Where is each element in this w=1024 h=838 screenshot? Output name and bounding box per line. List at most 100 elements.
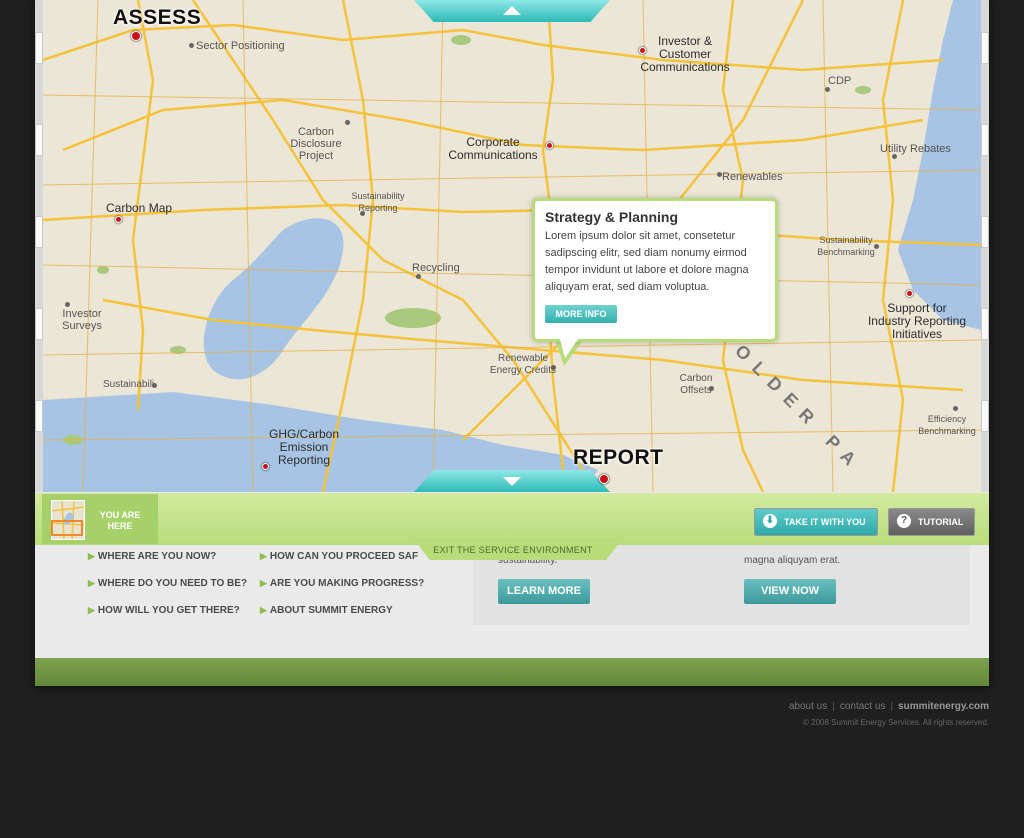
arrow-right-icon: ▶ bbox=[260, 605, 267, 615]
map-label-line: Sustainability bbox=[819, 235, 873, 245]
map-label-line: Communications bbox=[640, 60, 730, 74]
arrow-right-icon: ▶ bbox=[260, 551, 267, 561]
question-link[interactable]: ▶ WHERE ARE YOU NOW? bbox=[88, 551, 216, 562]
learn-more-button[interactable]: LEARN MORE bbox=[498, 579, 590, 604]
take-it-label: TAKE IT WITH YOU bbox=[784, 517, 866, 527]
question-link[interactable]: ▶ WHERE DO YOU NEED TO BE? bbox=[88, 578, 247, 589]
map-label-sustain-bench: Sustainability Benchmarking bbox=[810, 234, 882, 258]
map-label-line: Reporting bbox=[358, 203, 398, 213]
question-label: HOW CAN YOU PROCEED SAF bbox=[269, 551, 419, 562]
map-scroll-tab[interactable] bbox=[981, 308, 989, 340]
question-link[interactable]: ▶ HOW CAN YOU PROCEED SAF bbox=[260, 551, 418, 562]
map-label-sector: Sector Positioning bbox=[196, 40, 285, 52]
tutorial-label: TUTORIAL bbox=[918, 517, 964, 527]
arrow-right-icon: ▶ bbox=[260, 578, 267, 588]
brand-link[interactable]: summitenergy.com bbox=[898, 701, 989, 712]
map-scroll-tab[interactable] bbox=[35, 32, 43, 64]
map-label-renewable-credits: Renewable Energy Credits bbox=[484, 353, 562, 377]
map-path-label: OLDER PA bbox=[732, 336, 872, 496]
stage-assess[interactable]: ASSESS bbox=[113, 6, 201, 30]
map-scroll-tab[interactable] bbox=[35, 124, 43, 156]
map-dot bbox=[416, 274, 421, 279]
map-label-line: Initiatives bbox=[891, 327, 943, 341]
map-dot bbox=[953, 406, 958, 411]
map-label-line: Communications bbox=[448, 148, 538, 162]
path-label-text: OLDER PA bbox=[732, 341, 867, 477]
map-scroll-tab[interactable] bbox=[35, 308, 43, 340]
question-label: ARE YOU MAKING PROGRESS? bbox=[269, 578, 425, 589]
separator: | bbox=[890, 701, 894, 712]
map-label-support: Support for Industry Reporting Initiativ… bbox=[862, 302, 972, 341]
question-label: WHERE DO YOU NEED TO BE? bbox=[97, 578, 248, 589]
more-info-button[interactable]: MORE INFO bbox=[545, 305, 617, 323]
map-label-carbon-map: Carbon Map bbox=[106, 201, 173, 215]
map-dot bbox=[345, 120, 350, 125]
map-label-ghg: GHG/Carbon Emission Reporting bbox=[262, 428, 346, 467]
question-link[interactable]: ▶ ABOUT SUMMIT ENERGY bbox=[260, 605, 393, 616]
map-label-carbon-offsets: Carbon Offsets bbox=[676, 373, 716, 397]
copyright-text: © 2008 Summit Energy Services. All right… bbox=[803, 718, 989, 727]
map-label-line: Offsets bbox=[680, 385, 712, 396]
map-label-line: Reporting bbox=[277, 453, 331, 467]
help-icon: ? bbox=[897, 514, 911, 528]
map-label-investor: Investor & Customer Communications bbox=[636, 35, 734, 74]
map-scroll-tab[interactable] bbox=[981, 32, 989, 64]
tutorial-button[interactable]: ? TUTORIAL bbox=[888, 508, 975, 536]
map-label-line: Benchmarking bbox=[918, 426, 976, 436]
arrow-right-icon: ▶ bbox=[88, 551, 95, 561]
question-link[interactable]: ▶ HOW WILL YOU GET THERE? bbox=[88, 605, 240, 616]
arrow-right-icon: ▶ bbox=[88, 605, 95, 615]
chevron-up-icon bbox=[503, 6, 521, 15]
separator: | bbox=[832, 701, 835, 712]
question-label: WHERE ARE YOU NOW? bbox=[97, 551, 217, 562]
download-icon: ⬇ bbox=[763, 514, 777, 528]
map-label-carbon-disclosure: Carbon Disclosure Project bbox=[276, 126, 356, 162]
map-scroll-tab[interactable] bbox=[35, 216, 43, 248]
map-label-line: Project bbox=[298, 150, 334, 162]
map-label-renewables: Renewables bbox=[722, 171, 783, 183]
map-path-label-text: OLDER PA bbox=[732, 341, 867, 477]
map-label-line: Sustainability bbox=[351, 191, 405, 201]
footer-links: about us | contact us | summitenergy.com bbox=[789, 701, 989, 712]
map-scroll-tab[interactable] bbox=[35, 400, 43, 432]
pin-marker[interactable] bbox=[599, 474, 609, 484]
stage-report[interactable]: REPORT bbox=[573, 446, 664, 470]
map-label-line: Efficiency bbox=[927, 414, 967, 424]
info-popup: Strategy & Planning Lorem ipsum dolor si… bbox=[532, 198, 778, 342]
popup-title: Strategy & Planning bbox=[545, 209, 679, 225]
map-dot bbox=[189, 43, 194, 48]
map-label-efficiency: Efficiency Benchmarking bbox=[912, 413, 982, 437]
pin-marker[interactable] bbox=[546, 142, 553, 149]
map-label-investor-surveys: Investor Surveys bbox=[60, 308, 104, 332]
map-scroll-tab[interactable] bbox=[981, 216, 989, 248]
popup-body: Lorem ipsum dolor sit amet, consetetur s… bbox=[545, 230, 749, 293]
chevron-down-icon bbox=[503, 477, 521, 486]
about-us-link[interactable]: about us bbox=[789, 701, 827, 712]
minimap-viewport-marker bbox=[51, 520, 83, 536]
map-label-corporate: Corporate Communications bbox=[444, 136, 542, 162]
contact-us-link[interactable]: contact us bbox=[840, 701, 886, 712]
map-label-cdp: CDP bbox=[828, 75, 852, 87]
take-it-with-you-button[interactable]: ⬇ TAKE IT WITH YOU bbox=[754, 508, 878, 536]
map-label-line: Investor bbox=[62, 308, 102, 320]
pin-marker[interactable] bbox=[131, 31, 141, 41]
map-label-line: Carbon Disclosure bbox=[290, 126, 342, 150]
question-label: HOW WILL YOU GET THERE? bbox=[97, 605, 240, 616]
map-label-recycling: Recycling bbox=[412, 262, 460, 274]
exit-service-link[interactable]: EXIT THE SERVICE ENVIRONMENT bbox=[413, 540, 613, 560]
map-scroll-tab[interactable] bbox=[981, 400, 989, 432]
you-are-here-label: YOU ARE HERE bbox=[99, 510, 141, 531]
arrow-right-icon: ▶ bbox=[88, 578, 95, 588]
page-footer-bar bbox=[35, 658, 989, 686]
pin-marker[interactable] bbox=[115, 216, 122, 223]
map-label-sustainability: Sustainabili bbox=[103, 379, 155, 390]
view-now-button[interactable]: VIEW NOW bbox=[744, 579, 836, 604]
pin-marker[interactable] bbox=[906, 290, 913, 297]
map-dot bbox=[65, 302, 70, 307]
map-label-line: Carbon bbox=[679, 373, 713, 384]
question-link[interactable]: ▶ ARE YOU MAKING PROGRESS? bbox=[260, 578, 424, 589]
map-label-utility: Utility Rebates bbox=[880, 143, 951, 155]
popup-tail-inner bbox=[559, 336, 580, 358]
map-scroll-tab[interactable] bbox=[981, 124, 989, 156]
feature-right-text: magna aliquyam erat. bbox=[744, 555, 841, 566]
